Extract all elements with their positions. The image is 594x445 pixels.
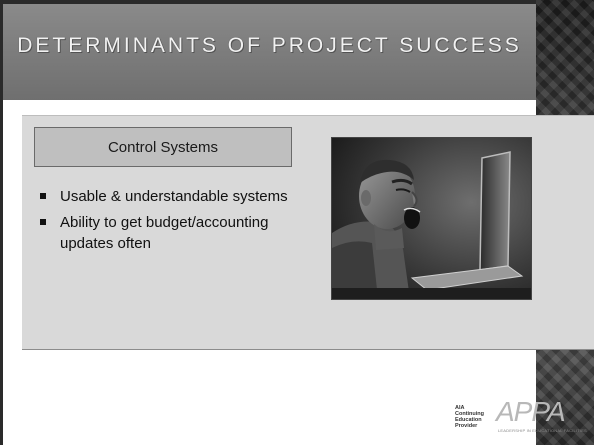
appa-logo: APPA	[496, 396, 566, 427]
box-heading-label: Control Systems	[107, 138, 219, 156]
bullet-item: Ability to get budget/accounting updates…	[40, 212, 290, 254]
box-heading: Control Systems	[34, 127, 292, 167]
slide-title: DETERMINANTS OF PROJECT SUCCESS	[17, 34, 522, 57]
photo-illustration	[332, 138, 531, 299]
slide: DETERMINANTS OF PROJECT SUCCESS Control …	[0, 0, 594, 445]
appa-tagline: LEADERSHIP IN EDUCATIONAL FACILITIES	[498, 428, 587, 433]
screaming-man-at-laptop-photo	[331, 137, 532, 300]
bullet-item: Usable & understandable systems	[40, 186, 290, 207]
aia-logo: AIA Continuing Education Provider	[455, 405, 485, 429]
bullet-list: Usable & understandable systems Ability …	[40, 186, 290, 259]
